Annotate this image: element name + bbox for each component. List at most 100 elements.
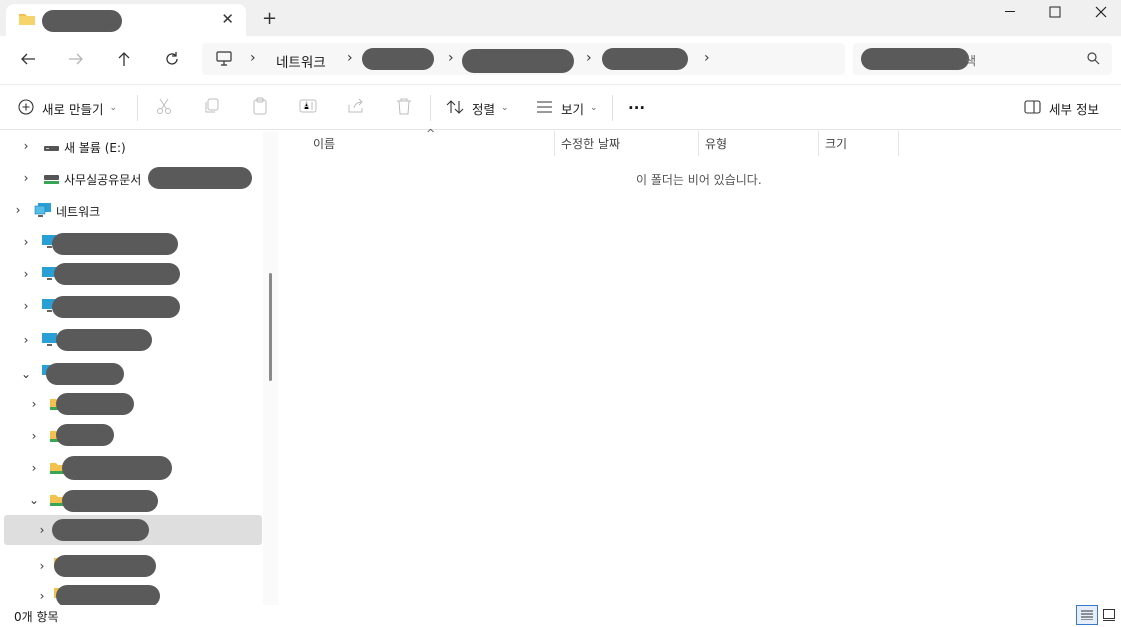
chevron-right-icon[interactable]: › [20, 171, 32, 185]
redacted-breadcrumb[interactable] [602, 48, 688, 70]
thumbnail-view-button[interactable] [1101, 607, 1117, 623]
cut-icon[interactable] [155, 97, 175, 117]
nav-item-shared-folder[interactable]: › [4, 389, 262, 419]
more-options-button[interactable]: ··· [628, 95, 645, 121]
nav-item-computer[interactable]: › [4, 259, 262, 289]
search-input[interactable]: 색 [853, 43, 1112, 75]
chevron-right-icon[interactable]: › [20, 139, 32, 153]
chevron-right-icon[interactable]: › [28, 397, 40, 411]
column-divider[interactable] [698, 131, 699, 156]
chevron-right-icon[interactable]: › [36, 523, 48, 537]
column-divider[interactable] [818, 131, 819, 156]
nav-item-label: 사무실공유문서 [64, 173, 142, 187]
breadcrumb-network[interactable]: 네트워크 [276, 51, 326, 71]
details-view-button[interactable] [1076, 605, 1098, 625]
chevron-down-icon: ⌄ [501, 103, 509, 113]
nav-item-subfolder-selected[interactable]: › [4, 515, 262, 545]
nav-item-drive-e[interactable]: › 새 볼륨 (E:) [4, 131, 262, 161]
nav-item-network[interactable]: › 네트워크 [4, 195, 262, 225]
delete-icon[interactable] [395, 97, 415, 117]
address-bar[interactable]: › 네트워크 › › › › [202, 43, 845, 75]
paste-icon[interactable] [251, 97, 271, 117]
refresh-button[interactable] [160, 48, 184, 70]
redacted-label [54, 555, 156, 577]
column-header-size[interactable]: 크기 [825, 131, 895, 156]
redacted-label [56, 393, 134, 415]
column-label: 수정한 날짜 [561, 137, 621, 151]
details-pane-icon [1024, 99, 1041, 117]
sort-label: 정렬 [472, 101, 496, 117]
chevron-right-icon[interactable]: › [12, 203, 24, 217]
chevron-right-icon: › [704, 50, 710, 66]
folder-icon [18, 12, 36, 29]
chevron-down-icon: ⌄ [590, 103, 598, 113]
close-tab-button[interactable]: ✕ [221, 10, 234, 28]
column-divider[interactable] [554, 131, 555, 156]
chevron-right-icon: › [586, 50, 592, 66]
search-icon [1087, 52, 1100, 68]
chevron-right-icon: › [448, 50, 454, 66]
nav-item-shared-folder[interactable]: › [4, 453, 262, 483]
drive-icon [44, 142, 60, 156]
nav-item-computer-expanded[interactable]: ⌄ [4, 359, 262, 389]
chevron-right-icon[interactable]: › [20, 267, 32, 281]
chevron-right-icon[interactable]: › [36, 559, 48, 573]
redacted-breadcrumb[interactable] [362, 48, 434, 70]
forward-button[interactable] [64, 48, 88, 70]
nav-item-network-drive[interactable]: › 사무실공유문서 [4, 163, 262, 193]
share-icon[interactable] [347, 97, 367, 117]
nav-item-shared-folder-expanded[interactable]: ⌄ [4, 485, 262, 515]
chevron-right-icon[interactable]: › [36, 589, 48, 603]
chevron-right-icon[interactable]: › [20, 333, 32, 347]
details-pane-button[interactable]: 세부 정보 [1024, 95, 1099, 121]
sort-icon [446, 99, 464, 118]
redacted-label [52, 233, 178, 255]
active-tab[interactable]: ✕ [6, 4, 246, 36]
plus-circle-icon [18, 98, 34, 118]
rename-icon[interactable] [299, 97, 319, 117]
copy-icon[interactable] [203, 97, 223, 117]
sort-button[interactable]: 정렬 ⌄ [446, 95, 509, 121]
redacted-label [56, 424, 114, 446]
column-label: 크기 [825, 137, 848, 151]
chevron-right-icon[interactable]: › [28, 429, 40, 443]
view-label: 보기 [561, 101, 585, 117]
chevron-right-icon[interactable]: › [20, 235, 32, 249]
new-button[interactable]: 새로 만들기 ⌄ [18, 95, 117, 121]
status-bar: 0개 항목 [0, 605, 1121, 627]
chevron-right-icon[interactable]: › [20, 299, 32, 313]
nav-item-subfolder[interactable]: › [4, 551, 262, 581]
redacted-search-text [861, 48, 969, 70]
back-button[interactable] [16, 48, 40, 70]
scrollbar-thumb[interactable] [269, 273, 272, 381]
network-icon [34, 202, 52, 221]
monitor-icon [216, 51, 232, 69]
column-header-type[interactable]: 유형 [705, 131, 815, 156]
redacted-label [52, 519, 149, 541]
nav-item-computer[interactable]: › [4, 291, 262, 321]
search-placeholder: 색 [965, 54, 977, 68]
redacted-label [62, 490, 158, 512]
nav-item-shared-folder[interactable]: › [4, 421, 262, 451]
redacted-tab-title [42, 10, 122, 32]
column-header-name[interactable]: 이름 [313, 131, 553, 156]
up-button[interactable] [112, 48, 136, 70]
navigation-pane: › 새 볼륨 (E:) › 사무실공유문서 › 네트워크 › › › › ⌄ ›… [0, 131, 278, 607]
close-window-button[interactable] [1078, 0, 1121, 24]
nav-item-computer[interactable]: › [4, 325, 262, 355]
maximize-button[interactable] [1032, 0, 1078, 24]
nav-item-computer[interactable]: › [4, 227, 262, 257]
chevron-down-icon[interactable]: ⌄ [20, 367, 32, 381]
new-tab-button[interactable]: + [262, 8, 277, 29]
chevron-down-icon[interactable]: ⌄ [28, 493, 40, 507]
chevron-right-icon[interactable]: › [28, 461, 40, 475]
column-divider[interactable] [898, 131, 899, 156]
minimize-button[interactable] [988, 0, 1034, 24]
nav-scrollbar[interactable] [263, 131, 278, 605]
column-header-date[interactable]: 수정한 날짜 [561, 131, 701, 156]
view-button[interactable]: 보기 ⌄ [536, 95, 598, 121]
nav-item-label: 새 볼륨 (E:) [64, 141, 126, 155]
redacted-label [46, 363, 124, 385]
empty-folder-message: 이 폴더는 비어 있습니다. [636, 173, 762, 187]
redacted-breadcrumb[interactable] [462, 49, 574, 73]
